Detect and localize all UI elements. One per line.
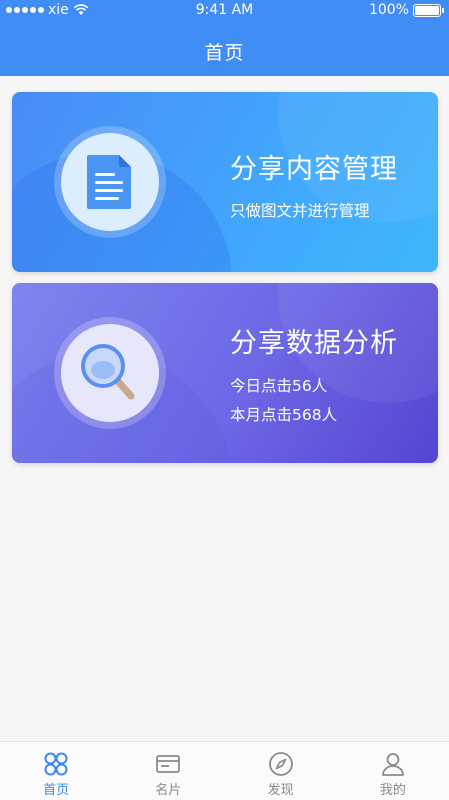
bottom-tabbar: 首页 名片 发现 我的	[0, 741, 449, 800]
month-clicks: 本月点击568人	[230, 406, 338, 424]
battery-icon	[413, 3, 444, 17]
top-header: xie 9:41 AM 100% 首页	[0, 0, 449, 76]
tab-home[interactable]: 首页	[0, 742, 112, 800]
card-title: 分享内容管理	[230, 154, 398, 185]
tab-card[interactable]: 名片	[112, 742, 224, 800]
tab-label: 发现	[267, 783, 294, 798]
magnifier-icon-circle	[54, 317, 166, 429]
tab-label: 名片	[155, 783, 182, 798]
today-clicks: 今日点击56人	[230, 377, 328, 395]
card-icon	[156, 755, 181, 773]
compass-icon	[268, 752, 293, 776]
card-description: 只做图文并进行管理	[230, 202, 370, 220]
tab-discover[interactable]: 发现	[225, 742, 337, 800]
content-management-card[interactable]: 分享内容管理 只做图文并进行管理	[12, 92, 438, 272]
status-right: 100%	[368, 2, 444, 18]
document-icon	[87, 155, 131, 209]
tab-label: 我的	[379, 783, 406, 798]
clover-icon	[44, 752, 68, 776]
tab-mine[interactable]: 我的	[337, 742, 449, 800]
document-icon-circle	[54, 126, 166, 238]
card-title: 分享数据分析	[230, 328, 398, 359]
tab-label: 首页	[43, 783, 70, 798]
magnifier-icon	[81, 344, 135, 400]
status-bar: xie 9:41 AM 100%	[0, 0, 449, 22]
battery-percent: 100%	[368, 2, 409, 18]
data-analysis-card[interactable]: 分享数据分析 今日点击56人 本月点击568人	[12, 283, 438, 463]
person-icon	[381, 753, 404, 776]
page-title: 首页	[204, 42, 245, 64]
